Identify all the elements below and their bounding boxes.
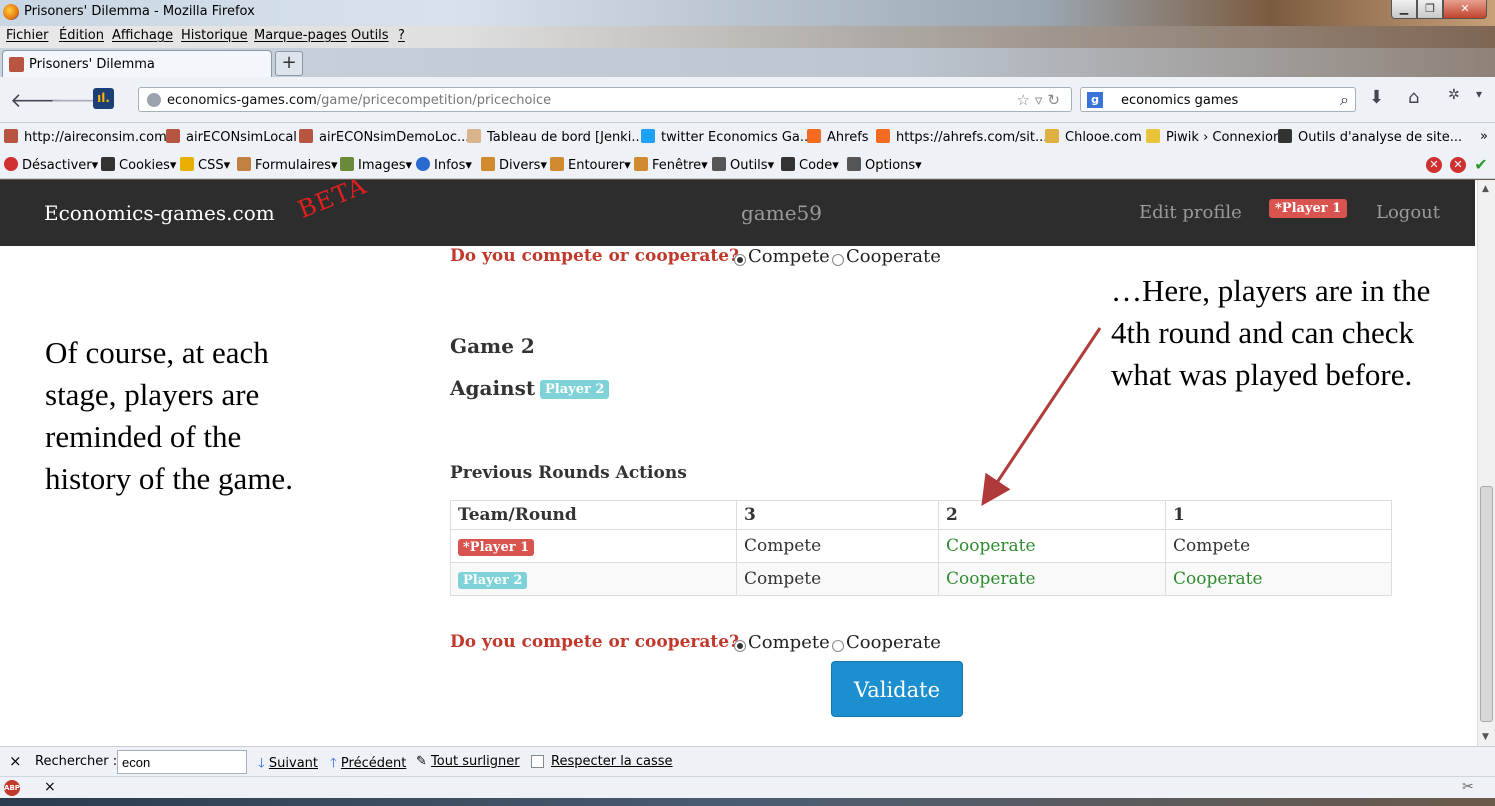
close-window-button[interactable]: ✕ bbox=[1443, 0, 1487, 19]
dev-menu-divers[interactable]: Divers▾ bbox=[481, 157, 547, 173]
menu-fichier[interactable]: Fichier bbox=[6, 28, 49, 43]
search-text: economics games bbox=[1121, 93, 1239, 108]
adblock-plus-icon[interactable]: ABP bbox=[4, 780, 20, 796]
dev-menu-entourer[interactable]: Entourer▾ bbox=[550, 157, 631, 173]
highlight-all-button[interactable]: ✎ Tout surligner bbox=[416, 754, 520, 769]
match-case-checkbox[interactable] bbox=[531, 755, 544, 768]
dev-menu-infos[interactable]: Infos▾ bbox=[416, 157, 472, 173]
find-bar: × Rechercher : 🡓 Suivant 🡑 Précédent ✎ T… bbox=[0, 746, 1495, 776]
bookmark-item[interactable]: Chlooe.com bbox=[1045, 129, 1142, 145]
window-titlebar: Prisoners' Dilemma - Mozilla Firefox ▁ ❐… bbox=[0, 0, 1495, 26]
match-case-label: Respecter la casse bbox=[551, 754, 673, 769]
globe-icon bbox=[147, 93, 161, 107]
webdeveloper-toolbar: Désactiver▾ Cookies▾ CSS▾ Formulaires▾ I… bbox=[0, 151, 1495, 179]
menu-bar: Fichier Édition Affichage Historique Mar… bbox=[0, 26, 1495, 48]
find-input[interactable] bbox=[117, 750, 247, 774]
bookmarks-toolbar: http://aireconsim.com airECONsimLocal ai… bbox=[0, 123, 1495, 151]
window-controls: ▁ ❐ ✕ bbox=[1391, 0, 1487, 19]
up-arrow-icon: 🡑 bbox=[330, 756, 337, 771]
bookmark-item[interactable]: Ahrefs bbox=[807, 129, 869, 145]
close-addon-bar-icon[interactable]: × bbox=[44, 779, 56, 795]
bookmark-item[interactable]: airECONsimLocal bbox=[166, 129, 297, 145]
dev-menu-desactiver[interactable]: Désactiver▾ bbox=[4, 157, 98, 173]
tab-title: Prisoners' Dilemma bbox=[29, 57, 155, 72]
maximize-button[interactable]: ❐ bbox=[1417, 0, 1443, 19]
dev-menu-css[interactable]: CSS▾ bbox=[180, 157, 230, 173]
bookmark-item[interactable]: https://ahrefs.com/sit... bbox=[876, 129, 1047, 145]
firefox-icon bbox=[3, 4, 19, 20]
tab-bar: Prisoners' Dilemma + bbox=[0, 48, 1495, 77]
menu-historique[interactable]: Historique bbox=[181, 28, 248, 43]
menu-help[interactable]: ? bbox=[398, 28, 405, 43]
os-taskbar bbox=[0, 798, 1495, 806]
dev-menu-images[interactable]: Images▾ bbox=[340, 157, 412, 173]
down-arrow-icon: 🡓 bbox=[258, 756, 265, 771]
home-icon[interactable]: ⌂ bbox=[1408, 87, 1419, 108]
google-icon[interactable]: g bbox=[1087, 92, 1103, 108]
menu-marque-pages[interactable]: Marque-pages bbox=[254, 28, 347, 43]
error-status-icon[interactable]: ✕ bbox=[1426, 157, 1442, 173]
window-title: Prisoners' Dilemma - Mozilla Firefox bbox=[24, 4, 255, 19]
url-bar-tools-icon[interactable]: ☆▿↻ bbox=[1016, 91, 1065, 109]
page-scrollbar[interactable]: ▲ ▼ bbox=[1477, 180, 1495, 746]
annotation-arrow bbox=[981, 327, 1102, 506]
menu-chevron-icon[interactable]: ▾ bbox=[1476, 87, 1482, 101]
dev-menu-code[interactable]: Code▾ bbox=[781, 157, 839, 173]
bookmark-item[interactable]: twitter Economics Ga... bbox=[641, 129, 812, 145]
close-find-icon[interactable]: × bbox=[9, 752, 22, 770]
resize-grip-icon[interactable]: ✂ bbox=[1462, 779, 1474, 795]
bookmarks-overflow-button[interactable]: » bbox=[1480, 129, 1488, 144]
valid-status-icon[interactable]: ✔ bbox=[1473, 157, 1489, 173]
url-text: economics-games.com/game/pricecompetitio… bbox=[167, 93, 552, 108]
bookmark-item[interactable]: Piwik › Connexion bbox=[1146, 129, 1281, 145]
address-bar[interactable]: economics-games.com/game/pricecompetitio… bbox=[138, 87, 1072, 112]
page-viewport: Economics-games.com BETA game59 Edit pro… bbox=[0, 180, 1495, 746]
bookmark-item[interactable]: airECONsimDemoLoc... bbox=[299, 129, 469, 145]
tab-prisoners-dilemma[interactable]: Prisoners' Dilemma bbox=[2, 50, 272, 77]
dev-menu-cookies[interactable]: Cookies▾ bbox=[101, 157, 176, 173]
highlighter-icon: ✎ bbox=[416, 754, 427, 769]
dev-menu-fenetre[interactable]: Fenêtre▾ bbox=[634, 157, 708, 173]
find-previous-button[interactable]: 🡑 Précédent bbox=[330, 754, 406, 776]
bookmark-item[interactable]: Tableau de bord [Jenki... bbox=[467, 129, 644, 145]
warning-status-icon[interactable]: ✕ bbox=[1450, 157, 1466, 173]
dev-menu-outils[interactable]: Outils▾ bbox=[712, 157, 774, 173]
dev-menu-options[interactable]: Options▾ bbox=[847, 157, 922, 173]
search-bar[interactable]: g economics games ⌕ bbox=[1080, 87, 1356, 112]
menu-outils[interactable]: Outils bbox=[351, 28, 389, 43]
find-label: Rechercher : bbox=[35, 754, 118, 769]
navigation-bar: 🡐 🡒 ıl. economics-games.com/game/priceco… bbox=[0, 77, 1495, 123]
menu-affichage[interactable]: Affichage bbox=[112, 28, 173, 43]
extension-icon[interactable]: ✲ bbox=[1448, 87, 1460, 103]
download-icon[interactable]: ⬇ bbox=[1369, 87, 1384, 108]
bookmark-item[interactable]: Outils d'analyse de site... bbox=[1278, 129, 1462, 145]
new-tab-button[interactable]: + bbox=[275, 51, 303, 76]
addon-bar: ABP × ✂ bbox=[0, 776, 1495, 798]
find-next-button[interactable]: 🡓 Suivant bbox=[258, 754, 318, 776]
analytics-extension-icon[interactable]: ıl. bbox=[93, 88, 114, 109]
scrollbar-thumb[interactable] bbox=[1480, 486, 1493, 722]
bookmark-item[interactable]: http://aireconsim.com bbox=[4, 129, 167, 145]
scroll-up-icon[interactable]: ▲ bbox=[1482, 184, 1489, 194]
dev-menu-formulaires[interactable]: Formulaires▾ bbox=[237, 157, 338, 173]
minimize-button[interactable]: ▁ bbox=[1391, 0, 1417, 19]
scroll-down-icon[interactable]: ▼ bbox=[1482, 732, 1489, 742]
menu-edition[interactable]: Édition bbox=[59, 28, 104, 43]
search-icon[interactable]: ⌕ bbox=[1340, 90, 1349, 110]
site-favicon-icon bbox=[9, 57, 24, 72]
